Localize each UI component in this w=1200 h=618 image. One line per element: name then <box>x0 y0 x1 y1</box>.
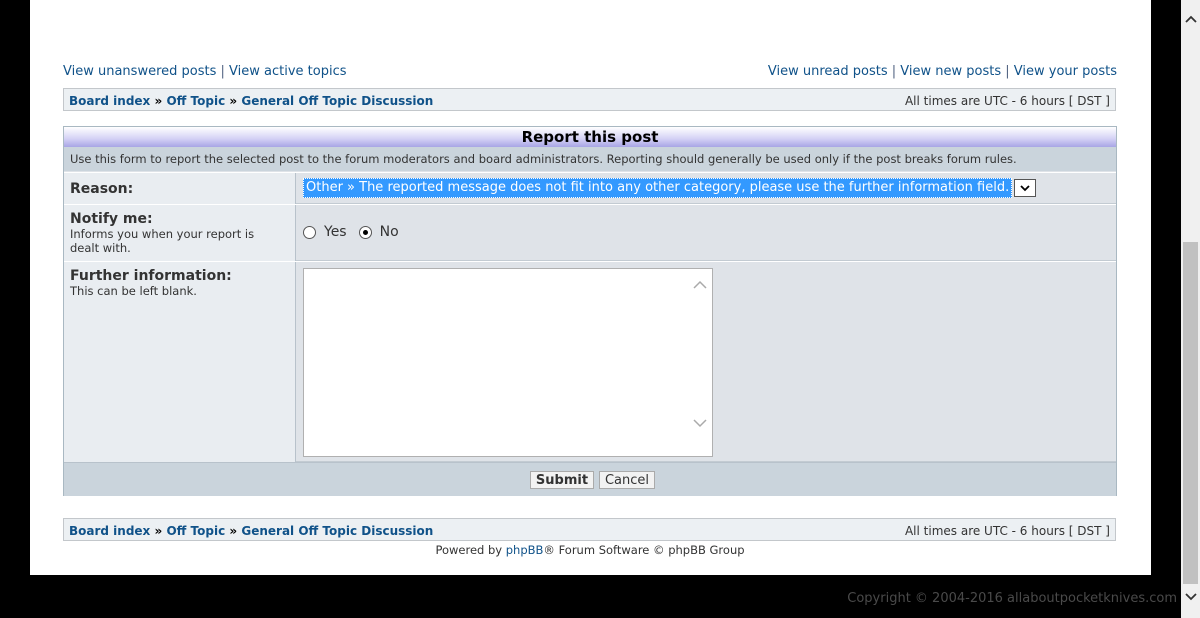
notify-no-label: No <box>379 224 399 240</box>
notify-yes-radio[interactable]: Yes <box>303 224 347 240</box>
notify-description: Informs you when your report is dealt wi… <box>70 227 255 255</box>
scroll-down-icon[interactable] <box>693 416 1112 432</box>
powered-suffix: ® Forum Software © phpBB Group <box>543 543 745 557</box>
crumb-sep: » <box>154 524 163 538</box>
link-separator: | <box>1005 64 1010 79</box>
breadcrumb: Board index » Off Topic » General Off To… <box>69 94 433 108</box>
submit-button[interactable]: Submit <box>530 471 594 489</box>
crumb-board-index[interactable]: Board index <box>69 524 150 538</box>
breadcrumb-top: Board index » Off Topic » General Off To… <box>63 88 1116 111</box>
top-links-left: View unanswered posts | View active topi… <box>63 64 347 79</box>
further-information-textarea[interactable] <box>303 268 713 457</box>
crumb-sep: » <box>229 524 238 538</box>
notify-row: Notify me: Informs you when your report … <box>64 204 1116 261</box>
crumb-general[interactable]: General Off Topic Discussion <box>241 524 433 538</box>
further-description: This can be left blank. <box>70 284 197 298</box>
view-your-posts-link[interactable]: View your posts <box>1014 64 1117 79</box>
scrollbar-thumb[interactable] <box>1183 242 1198 584</box>
report-form: Report this post Use this form to report… <box>63 126 1117 496</box>
cancel-button[interactable]: Cancel <box>599 471 655 489</box>
radio-selected-icon[interactable] <box>358 225 372 239</box>
crumb-sep: » <box>229 94 238 108</box>
scroll-up-icon[interactable] <box>693 278 1112 294</box>
reason-selected[interactable]: Other » The reported message does not fi… <box>303 178 1013 198</box>
crumb-off-topic[interactable]: Off Topic <box>166 524 225 538</box>
powered-prefix: Powered by <box>435 543 506 557</box>
phpbb-link[interactable]: phpBB <box>506 543 544 557</box>
reason-label-cell: Reason: <box>64 173 296 204</box>
copyright-text: Copyright © 2004-2016 allaboutpocketkniv… <box>847 591 1177 606</box>
report-title: Report this post <box>64 127 1116 147</box>
notify-label: Notify me: <box>70 211 153 227</box>
top-links-right: View unread posts | View new posts | Vie… <box>768 64 1117 79</box>
scroll-up-icon[interactable] <box>1181 8 1200 30</box>
report-description: Use this form to report the selected pos… <box>64 147 1116 171</box>
crumb-sep: » <box>154 94 163 108</box>
further-label: Further information: <box>70 268 232 284</box>
notify-value-cell: Yes No <box>296 205 1116 261</box>
crumb-general[interactable]: General Off Topic Discussion <box>241 94 433 108</box>
notify-yes-label: Yes <box>324 224 347 240</box>
further-row: Further information: This can be left bl… <box>64 261 1116 462</box>
timezone-info: All times are UTC - 6 hours [ DST ] <box>904 524 1110 538</box>
scroll-down-icon[interactable] <box>1181 586 1200 608</box>
powered-by: Powered by phpBB® Forum Software © phpBB… <box>0 543 1180 557</box>
crumb-board-index[interactable]: Board index <box>69 94 150 108</box>
radio-circle-icon[interactable] <box>303 225 316 239</box>
further-label-cell: Further information: This can be left bl… <box>64 262 296 462</box>
further-value-cell <box>296 262 1116 462</box>
crumb-off-topic[interactable]: Off Topic <box>166 94 225 108</box>
reason-label: Reason: <box>70 181 134 197</box>
notify-no-radio[interactable]: No <box>358 224 399 240</box>
view-new-link[interactable]: View new posts <box>900 64 1001 79</box>
breadcrumb-bottom: Board index » Off Topic » General Off To… <box>63 518 1116 541</box>
link-separator: | <box>220 64 225 79</box>
reason-row: Reason: Other » The reported message doe… <box>64 172 1116 204</box>
reason-value-cell: Other » The reported message does not fi… <box>296 173 1116 204</box>
breadcrumb: Board index » Off Topic » General Off To… <box>69 524 433 538</box>
link-separator: | <box>891 64 897 79</box>
reason-select[interactable]: Other » The reported message does not fi… <box>303 178 1037 198</box>
view-unanswered-link[interactable]: View unanswered posts <box>63 64 216 79</box>
view-active-link[interactable]: View active topics <box>229 64 346 79</box>
notify-label-cell: Notify me: Informs you when your report … <box>64 205 296 261</box>
form-buttons: Submit Cancel <box>64 462 1116 496</box>
timezone-info: All times are UTC - 6 hours [ DST ] <box>904 94 1110 108</box>
view-unread-link[interactable]: View unread posts <box>768 64 888 79</box>
chevron-down-icon[interactable] <box>1014 179 1037 197</box>
